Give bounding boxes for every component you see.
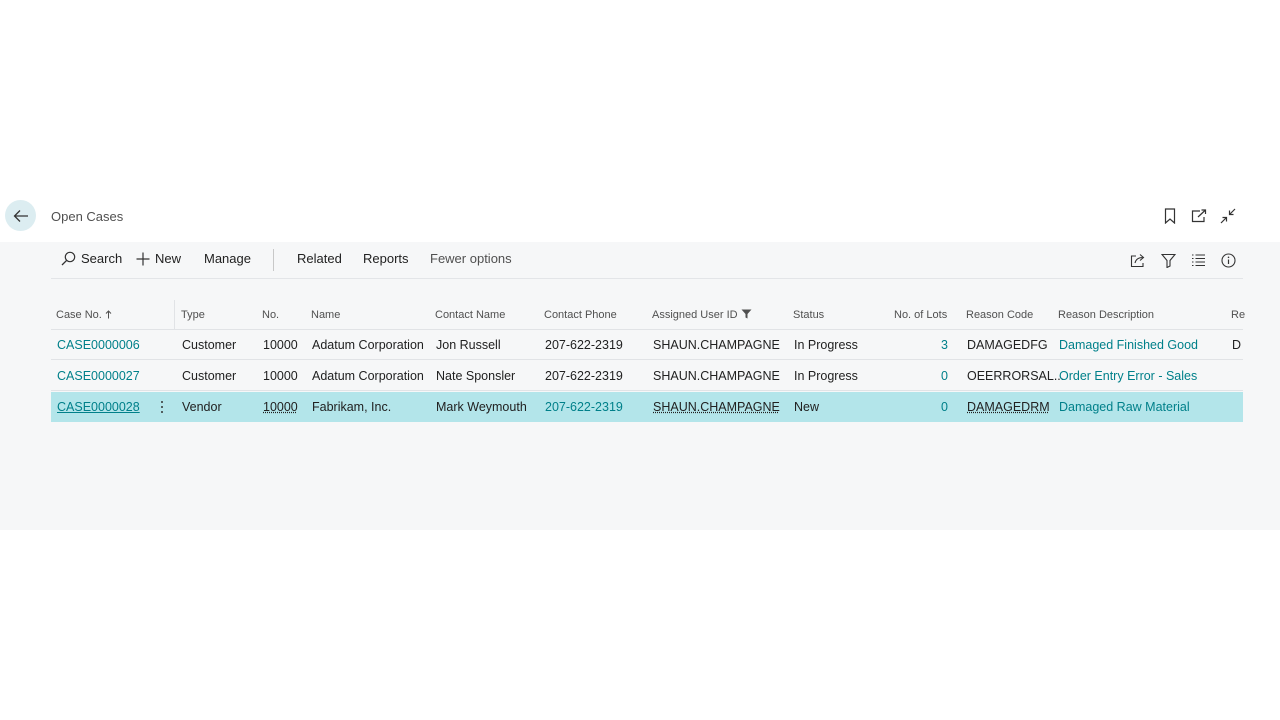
- cases-table: Case No. Type No. Name Contact Name Cont…: [51, 300, 1280, 422]
- action-bar: Search New Manage Related Reports Fewer …: [51, 242, 1243, 279]
- column-filter-icon: [741, 309, 752, 319]
- fewer-options-action[interactable]: Fewer options: [430, 251, 512, 266]
- no-cell: 10000: [263, 338, 298, 352]
- column-header-case-no[interactable]: Case No.: [56, 300, 112, 330]
- reason-code-cell: OEERRORSAL...: [967, 369, 1065, 383]
- no-cell[interactable]: 10000: [263, 392, 298, 422]
- back-button[interactable]: [5, 200, 36, 231]
- manage-action[interactable]: Manage: [204, 251, 251, 266]
- arrow-left-icon: [13, 209, 28, 222]
- column-header-label: Assigned User ID: [652, 309, 738, 321]
- info-icon: [1220, 252, 1236, 268]
- status-cell: In Progress: [794, 369, 858, 383]
- share-button[interactable]: [1130, 252, 1146, 268]
- sort-ascending-icon: [105, 310, 112, 319]
- reason-description-link[interactable]: Damaged Finished Good: [1059, 330, 1198, 360]
- search-icon: [61, 251, 76, 266]
- status-cell: In Progress: [794, 338, 858, 352]
- lots-link[interactable]: 0: [901, 361, 948, 391]
- new-action[interactable]: New: [136, 251, 181, 266]
- open-in-new-window-button[interactable]: [1190, 207, 1208, 225]
- table-row[interactable]: CASE0000027 Customer 10000 Adatum Corpor…: [51, 361, 1243, 391]
- filter-icon: [1160, 253, 1176, 268]
- lots-link[interactable]: 3: [901, 330, 948, 360]
- contact-name-cell: Nate Sponsler: [436, 369, 516, 383]
- reports-action[interactable]: Reports: [363, 251, 409, 266]
- column-header-status[interactable]: Status: [793, 300, 824, 330]
- assigned-user-cell: SHAUN.CHAMPAGNE: [653, 338, 780, 352]
- list-view-button[interactable]: [1190, 252, 1206, 268]
- collapse-button[interactable]: [1219, 207, 1237, 225]
- table-row[interactable]: CASE0000006 Customer 10000 Adatum Corpor…: [51, 330, 1243, 360]
- reports-label: Reports: [363, 251, 409, 266]
- column-header-type[interactable]: Type: [181, 300, 205, 330]
- bookmark-button[interactable]: [1161, 207, 1179, 225]
- lots-link[interactable]: 0: [901, 392, 948, 422]
- collapse-icon: [1220, 208, 1236, 224]
- status-cell: New: [794, 400, 820, 414]
- plus-icon: [136, 252, 150, 265]
- details-button[interactable]: [1220, 252, 1236, 268]
- name-cell: Adatum Corporation: [312, 338, 424, 352]
- column-header-truncated[interactable]: Re: [1231, 300, 1245, 330]
- name-cell: Adatum Corporation: [312, 369, 424, 383]
- search-label: Search: [81, 251, 123, 266]
- column-header-no[interactable]: No.: [262, 300, 279, 330]
- case-no-link[interactable]: CASE0000006: [57, 330, 140, 360]
- contact-phone-cell: 207-622-2319: [545, 369, 623, 383]
- contact-phone-link[interactable]: 207-622-2319: [545, 392, 623, 422]
- list-page-content: Search New Manage Related Reports Fewer …: [0, 242, 1280, 530]
- contact-phone-cell: 207-622-2319: [545, 338, 623, 352]
- case-no-link[interactable]: CASE0000027: [57, 361, 140, 391]
- case-no-link[interactable]: CASE0000028: [57, 392, 140, 422]
- column-header-reason-description[interactable]: Reason Description: [1058, 300, 1154, 330]
- truncated-cell: D: [1232, 338, 1242, 352]
- reason-description-link[interactable]: Order Entry Error - Sales: [1059, 361, 1197, 391]
- row-actions-menu-button[interactable]: [158, 399, 166, 415]
- type-cell: Customer: [182, 338, 237, 352]
- column-header-assigned-user[interactable]: Assigned User ID: [652, 300, 752, 330]
- list-view-icon: [1191, 254, 1205, 267]
- open-in-new-window-icon: [1191, 209, 1207, 223]
- name-cell: Fabrikam, Inc.: [312, 400, 392, 414]
- column-header-reason-code[interactable]: Reason Code: [966, 300, 1033, 330]
- page-header: Open Cases: [0, 197, 1280, 242]
- page-title: Open Cases: [51, 209, 124, 224]
- assigned-user-cell: SHAUN.CHAMPAGNE: [653, 369, 780, 383]
- reason-code-cell[interactable]: DAMAGEDRM: [967, 392, 1050, 422]
- reason-code-cell: DAMAGEDFG: [967, 338, 1048, 352]
- search-action[interactable]: Search: [61, 251, 122, 266]
- table-row-selected[interactable]: CASE0000028 Vendor 10000 Fabrikam, Inc. …: [51, 392, 1243, 422]
- column-divider: [174, 300, 175, 330]
- type-cell: Customer: [182, 369, 237, 383]
- column-header-label: Case No.: [56, 309, 102, 321]
- type-cell: Vendor: [182, 400, 222, 414]
- column-header-lots[interactable]: No. of Lots: [894, 300, 947, 330]
- column-header-contact-name[interactable]: Contact Name: [435, 300, 505, 330]
- new-label: New: [155, 251, 182, 266]
- column-header-contact-phone[interactable]: Contact Phone: [544, 300, 617, 330]
- column-header-name[interactable]: Name: [311, 300, 340, 330]
- assigned-user-cell[interactable]: SHAUN.CHAMPAGNE: [653, 392, 780, 422]
- fewer-options-label: Fewer options: [430, 251, 512, 266]
- bookmark-icon: [1164, 208, 1176, 224]
- contact-name-cell: Jon Russell: [436, 338, 501, 352]
- share-icon: [1130, 253, 1145, 267]
- related-label: Related: [297, 251, 342, 266]
- contact-name-cell: Mark Weymouth: [436, 400, 527, 414]
- filter-pane-button[interactable]: [1160, 252, 1176, 268]
- related-action[interactable]: Related: [297, 251, 342, 266]
- manage-label: Manage: [204, 251, 251, 266]
- action-separator: [273, 249, 274, 271]
- no-cell: 10000: [263, 369, 298, 383]
- reason-description-link[interactable]: Damaged Raw Material: [1059, 392, 1190, 422]
